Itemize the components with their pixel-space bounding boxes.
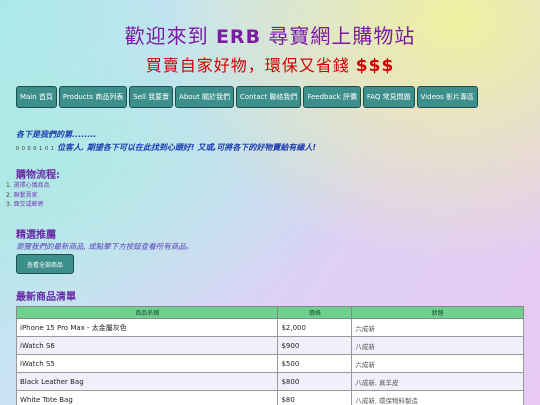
nav-faq[interactable]: FAQ 常見問題: [362, 86, 415, 108]
product-state: 八成新: [351, 336, 524, 355]
intro-message: 位客人. 期望各下可以在此找到心頭好! 又或,可將各下的好物賣給有緣人!: [57, 143, 317, 152]
subtitle-text: 買賣自家好物，環保又省錢: [145, 56, 356, 75]
product-state: 八成新, 環保物料製造: [351, 390, 524, 405]
product-price: $2,000: [277, 318, 353, 337]
nav-products[interactable]: Products 商品列表: [58, 86, 128, 108]
table-header-row: 商品名稱 價格 狀態: [15, 306, 524, 319]
money-symbol: $$$: [355, 56, 395, 76]
intro-line-1: 各下是我們的第........: [16, 130, 97, 139]
process-steps: 選擇心儀商品 聯繫賣家 面交或郵寄: [6, 181, 50, 210]
page-title: 歡迎來到 ERB 尋寶網上購物站: [0, 20, 540, 49]
product-name: iWatch S6: [15, 336, 279, 355]
product-name: iWatch S5: [15, 354, 279, 373]
table-row[interactable]: White Tote Bag $80 八成新, 環保物料製造: [15, 390, 524, 405]
products-table: 商品名稱 價格 狀態 iPhone 15 Pro Max - 太金屬灰色 $2,…: [15, 306, 524, 405]
table-row[interactable]: iWatch S6 $900 八成新: [15, 336, 524, 355]
product-price: $80: [277, 390, 353, 405]
featured-heading: 精選推薦: [16, 230, 56, 241]
product-name: White Tote Bag: [15, 390, 279, 405]
brand-name: ERB: [215, 26, 262, 48]
product-price: $500: [277, 354, 353, 373]
product-state: 六成新: [351, 354, 524, 373]
column-header-price: 價格: [277, 306, 353, 319]
process-heading: 購物流程:: [16, 170, 60, 181]
title-suffix: 尋寶網上購物站: [261, 24, 416, 48]
product-name: Black Leather Bag: [15, 372, 279, 391]
nav-main[interactable]: Main 首頁: [16, 86, 57, 108]
nav-about[interactable]: About 關於我們: [175, 86, 234, 108]
page-subtitle: 買賣自家好物，環保又省錢 $$$: [0, 52, 540, 76]
intro-line-2: 0 0 0 0 1 0 1 位客人. 期望各下可以在此找到心頭好! 又或,可將各…: [16, 141, 526, 156]
view-all-products-button[interactable]: 查看全部商品: [16, 254, 74, 274]
product-price: $800: [277, 372, 353, 391]
main-nav: Main 首頁 Products 商品列表 Sell 我要賣 About 關於我…: [16, 86, 478, 108]
process-step: 聯繫賣家: [6, 191, 50, 201]
process-step: 面交或郵寄: [6, 200, 50, 210]
table-row[interactable]: iWatch S5 $500 六成新: [15, 354, 524, 373]
visitor-counter: 0 0 0 0 1 0 1: [16, 146, 55, 152]
column-header-name: 商品名稱: [15, 306, 279, 319]
products-heading: 最新商品清單: [16, 292, 76, 303]
product-state: 八成新, 真羊皮: [351, 372, 524, 391]
nav-feedback[interactable]: Feedback 評價: [303, 86, 361, 108]
product-name: iPhone 15 Pro Max - 太金屬灰色: [15, 318, 279, 337]
nav-videos[interactable]: Videos 影片專區: [416, 86, 478, 108]
nav-sell[interactable]: Sell 我要賣: [129, 86, 174, 108]
column-header-state: 狀態: [351, 306, 524, 319]
intro-text: 各下是我們的第........ 0 0 0 0 1 0 1 位客人. 期望各下可…: [16, 128, 526, 156]
product-price: $900: [277, 336, 353, 355]
process-step: 選擇心儀商品: [6, 181, 50, 191]
featured-description: 瀏覽我們的最新商品, 或點擊下方按鈕查看所有商品。: [16, 242, 194, 251]
table-row[interactable]: iPhone 15 Pro Max - 太金屬灰色 $2,000 六成新: [15, 318, 524, 337]
product-state: 六成新: [351, 318, 524, 337]
table-row[interactable]: Black Leather Bag $800 八成新, 真羊皮: [15, 372, 524, 391]
nav-contact[interactable]: Contact 聯絡我們: [235, 86, 302, 108]
title-prefix: 歡迎來到: [124, 24, 216, 48]
